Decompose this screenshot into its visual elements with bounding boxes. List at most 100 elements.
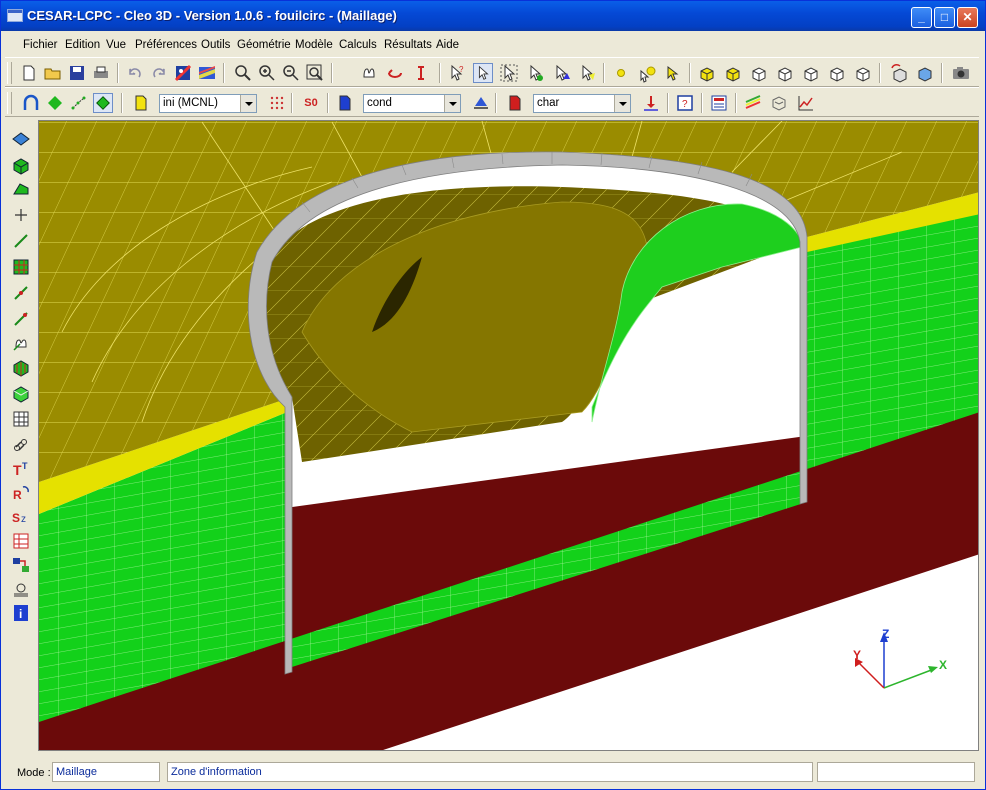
plate-icon[interactable] (11, 129, 31, 149)
print-icon[interactable] (91, 63, 111, 83)
help-cursor-icon[interactable]: ? (447, 63, 467, 83)
cube-view-4-icon[interactable] (775, 63, 795, 83)
palette-icon[interactable] (197, 63, 217, 83)
segment-red-icon[interactable] (11, 283, 31, 303)
zoom-in-icon[interactable] (257, 63, 277, 83)
mode-label: Mode : (17, 767, 51, 779)
cube-view-2-icon[interactable] (723, 63, 743, 83)
3d-viewport[interactable]: Z X Y (38, 120, 979, 751)
select-cursor-icon[interactable] (473, 63, 493, 83)
isovalues-icon[interactable] (743, 93, 763, 113)
support-icon[interactable] (471, 93, 491, 113)
menu-calculs[interactable]: Calculs (339, 39, 377, 51)
loads-select[interactable]: char (533, 94, 631, 113)
select-face-icon[interactable] (577, 63, 597, 83)
menu-geometrie[interactable]: Géométrie (237, 39, 291, 51)
diamond-select-icon[interactable] (93, 93, 113, 113)
help-box-icon[interactable]: ? (675, 93, 695, 113)
grid-mesh-icon[interactable] (11, 257, 31, 277)
menu-fichier[interactable]: Fichier (23, 39, 58, 51)
calculator-icon[interactable] (709, 93, 729, 113)
select-box-icon[interactable] (499, 63, 519, 83)
link-icon[interactable] (11, 435, 31, 455)
view-3d-icon[interactable] (915, 63, 935, 83)
info-icon[interactable]: i (11, 603, 31, 623)
new-file-icon[interactable] (19, 63, 39, 83)
arch-icon[interactable] (21, 93, 41, 113)
menu-modele[interactable]: Modèle (295, 39, 333, 51)
rotate-icon[interactable] (385, 63, 405, 83)
red-set-icon[interactable] (505, 93, 525, 113)
open-folder-icon[interactable] (43, 63, 63, 83)
chevron-down-icon[interactable] (614, 95, 630, 112)
maximize-button[interactable]: □ (934, 7, 955, 28)
volume-green-icon[interactable] (11, 383, 31, 403)
toolbar-grip[interactable] (7, 62, 12, 84)
chevron-down-icon[interactable] (444, 95, 460, 112)
table-grid-icon[interactable] (11, 409, 31, 429)
text-t-icon[interactable]: TT (11, 459, 31, 479)
zoom-icon[interactable] (233, 63, 253, 83)
s0-button[interactable]: S0 (301, 93, 321, 113)
deformed-mesh-icon[interactable] (769, 93, 789, 113)
cursor-point-icon[interactable] (637, 63, 657, 83)
title-bar[interactable]: CESAR-LCPC - Cleo 3D - Version 1.0.6 - f… (1, 1, 985, 31)
menu-vue[interactable]: Vue (106, 39, 126, 51)
rename-icon[interactable]: R (11, 483, 31, 503)
select-node-icon[interactable] (525, 63, 545, 83)
node-mesh-icon[interactable] (69, 93, 89, 113)
table-red-icon[interactable] (11, 531, 31, 551)
chevron-down-icon[interactable] (240, 95, 256, 112)
view-rotate-icon[interactable] (889, 63, 909, 83)
volume-mesh-icon[interactable] (11, 357, 31, 377)
line-icon[interactable] (11, 231, 31, 251)
cube-view-1-icon[interactable] (697, 63, 717, 83)
initial-state-select[interactable]: ini (MCNL) (159, 94, 257, 113)
cube-view-3-icon[interactable] (749, 63, 769, 83)
camera-icon[interactable] (951, 63, 971, 83)
cube-view-6-icon[interactable] (827, 63, 847, 83)
menu-aide[interactable]: Aide (436, 39, 459, 51)
point-icon[interactable] (611, 63, 631, 83)
menu-preferences[interactable]: Préférences (135, 39, 197, 51)
prism-icon[interactable] (11, 179, 31, 199)
mesh-color-icon[interactable] (173, 63, 193, 83)
text-cursor-icon[interactable] (411, 63, 431, 83)
conditions-select[interactable]: cond (363, 94, 461, 113)
load-arrow-icon[interactable] (641, 93, 661, 113)
transfer-icon[interactable] (11, 555, 31, 575)
menu-outils[interactable]: Outils (201, 39, 230, 51)
zoom-out-icon[interactable] (281, 63, 301, 83)
toolbar-grip[interactable] (7, 92, 12, 114)
curve-chart-icon[interactable] (795, 93, 815, 113)
cube-view-5-icon[interactable] (801, 63, 821, 83)
menu-resultats[interactable]: Résultats (384, 39, 432, 51)
volume-icon[interactable] (11, 155, 31, 175)
x-axis-arrow (928, 666, 938, 673)
save-icon[interactable] (67, 63, 87, 83)
node-add-icon[interactable] (11, 205, 31, 225)
close-button[interactable]: ✕ (957, 7, 978, 28)
yellow-set-icon[interactable] (131, 93, 151, 113)
window-title: CESAR-LCPC - Cleo 3D - Version 1.0.6 - f… (27, 8, 397, 23)
cursor-yellow-icon[interactable] (663, 63, 683, 83)
select-element-icon[interactable] (551, 63, 571, 83)
hand-pick-icon[interactable] (11, 333, 31, 353)
redo-icon[interactable] (149, 63, 169, 83)
split-s-icon[interactable]: Sz (11, 507, 31, 527)
cube-view-7-icon[interactable] (853, 63, 873, 83)
mode-field: Maillage (52, 762, 160, 782)
zoom-window-icon[interactable] (305, 63, 325, 83)
blue-set-icon[interactable] (335, 93, 355, 113)
grid-dots-icon[interactable] (267, 93, 287, 113)
undo-icon[interactable] (125, 63, 145, 83)
mesh-model[interactable]: Z X Y (39, 121, 979, 751)
diamond-icon[interactable] (45, 93, 65, 113)
support-base-icon[interactable] (11, 579, 31, 599)
status-extra-field (817, 762, 975, 782)
minimize-button[interactable]: _ (911, 7, 932, 28)
pan-hand-icon[interactable] (359, 63, 379, 83)
toolbar-separator (327, 93, 329, 113)
menu-edition[interactable]: Edition (65, 39, 100, 51)
segment-edit-icon[interactable] (11, 309, 31, 329)
